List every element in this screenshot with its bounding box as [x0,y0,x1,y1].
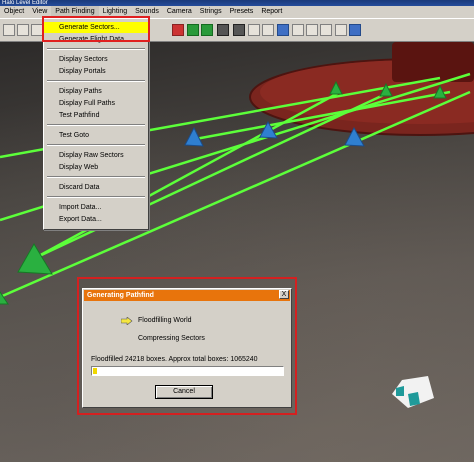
cube-object [392,376,434,408]
step-compressing: Compressing Sectors [138,335,205,342]
menu-strings[interactable]: Strings [196,6,226,18]
toolbar-button-2[interactable] [17,24,29,36]
object-icon[interactable] [217,24,229,36]
close-button[interactable]: X [279,290,289,299]
menu-test-pathfind[interactable]: Test Pathfind [44,110,148,121]
menu-object[interactable]: Object [0,6,28,18]
menu-display-web[interactable]: Display Web [44,162,148,173]
sound-icon[interactable] [292,24,304,36]
annotation-box-menu [42,16,150,42]
dialog-title: Generating Pathfind [84,290,290,301]
green-box-icon[interactable] [201,24,213,36]
menu-display-portals[interactable]: Display Portals [44,66,148,77]
menu-separator [47,48,145,50]
grid-icon[interactable] [320,24,332,36]
eye-icon[interactable] [335,24,347,36]
green-cube-icon[interactable] [187,24,199,36]
vehicle-icon[interactable] [233,24,245,36]
menu-separator [47,176,145,178]
text-icon[interactable] [349,24,361,36]
red-marker-icon[interactable] [172,24,184,36]
menu-report[interactable]: Report [257,6,286,18]
tool-icon[interactable] [248,24,260,36]
menu-separator [47,124,145,126]
menu-display-raw-sectors[interactable]: Display Raw Sectors [44,150,148,161]
progress-bar-fill [93,368,97,374]
menu-separator [47,80,145,82]
menu-camera[interactable]: Camera [163,6,196,18]
menu-test-goto[interactable]: Test Goto [44,130,148,141]
progress-bar [91,366,284,376]
progress-status-text: Floodfilled 24218 boxes. Approx total bo… [91,356,258,363]
path-finding-menu: Generate Sectors... Generate Flight Data… [43,18,149,230]
menu-separator [47,196,145,198]
menu-presets[interactable]: Presets [226,6,258,18]
menu-display-sectors[interactable]: Display Sectors [44,54,148,65]
menu-export-data[interactable]: Export Data... [44,214,148,225]
step-floodfilling: Floodfilling World [138,317,192,324]
editor-window: Halo Level Editor Object View Path Findi… [0,0,474,462]
cancel-button[interactable]: Cancel [155,385,213,399]
menu-import-data[interactable]: Import Data... [44,202,148,213]
current-step-arrow-icon [121,317,133,325]
toolbar-button-1[interactable] [3,24,15,36]
camera-icon[interactable] [306,24,318,36]
menu-discard-data[interactable]: Discard Data [44,182,148,193]
menu-display-full-paths[interactable]: Display Full Paths [44,98,148,109]
lock-icon[interactable] [262,24,274,36]
light-icon[interactable] [277,24,289,36]
progress-dialog: Generating Pathfind X Floodfilling World… [82,288,292,408]
menu-display-paths[interactable]: Display Paths [44,86,148,97]
menu-separator [47,144,145,146]
